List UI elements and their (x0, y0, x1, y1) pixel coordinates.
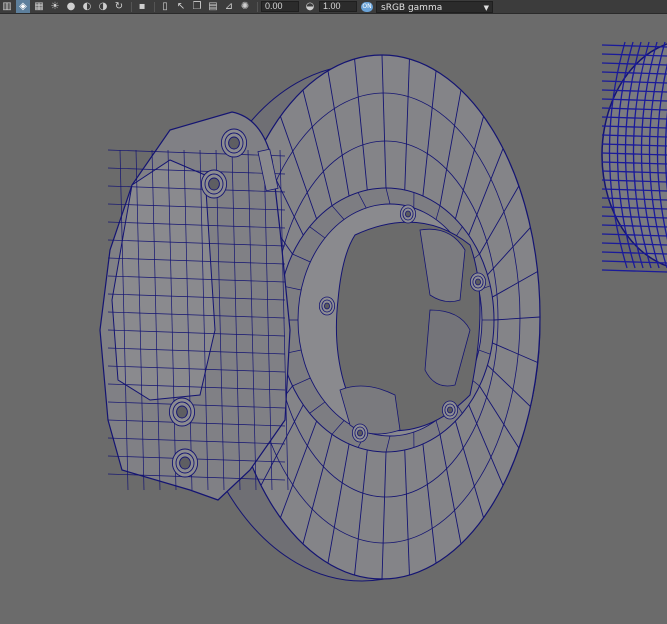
color-space-label: sRGB gamma (381, 3, 442, 13)
graph-icon[interactable]: ⊿ (222, 0, 236, 13)
select-icon[interactable]: ▯ (158, 0, 172, 13)
exposure-field[interactable] (261, 1, 299, 12)
3d-viewport[interactable] (0, 13, 667, 620)
viewport-canvas[interactable] (0, 13, 667, 620)
refresh-icon[interactable]: ↻ (112, 0, 126, 13)
toolbar-icon-row: ▥◈▦☀●◐◑↻ ▪ ▯↖❐▤⊿✺ (0, 0, 254, 13)
color-space-select[interactable]: sRGB gamma ▼ (376, 1, 493, 13)
wireframe-shaded-icon[interactable]: ◈ (16, 0, 30, 13)
toolbar-separator (154, 2, 155, 12)
chevron-down-icon: ▼ (484, 2, 489, 14)
shadow-icon[interactable]: ◐ (80, 0, 94, 13)
brake-caliper-mesh[interactable] (100, 112, 290, 500)
caliper-front-face (112, 160, 215, 400)
ambient-occlusion-icon[interactable]: ◑ (96, 0, 110, 13)
isolate-icon[interactable]: ▪ (135, 0, 149, 13)
xray-icon[interactable]: ▤ (206, 0, 220, 13)
color-management-toggle[interactable]: ON (361, 2, 373, 12)
viewport-toolbar: ▥◈▦☀●◐◑↻ ▪ ▯↖❐▤⊿✺ ◒ ON sRGB gamma ▼ (0, 0, 667, 14)
color-balls-icon[interactable]: ● (64, 0, 78, 13)
tire-mesh[interactable] (602, 40, 667, 272)
checker-texture-icon[interactable]: ▦ (32, 0, 46, 13)
cursor-icon[interactable]: ↖ (174, 0, 188, 13)
grid-toggle-icon[interactable]: ▥ (0, 0, 14, 13)
lighting-icon[interactable]: ☀ (48, 0, 62, 13)
toolbar-separator (257, 2, 258, 12)
gamma-icon[interactable]: ◒ (303, 0, 317, 13)
toolbar-separator (131, 2, 132, 12)
duplicate-icon[interactable]: ❐ (190, 0, 204, 13)
gamma-field[interactable] (319, 1, 357, 12)
camera-aperture-icon[interactable]: ✺ (238, 0, 252, 13)
